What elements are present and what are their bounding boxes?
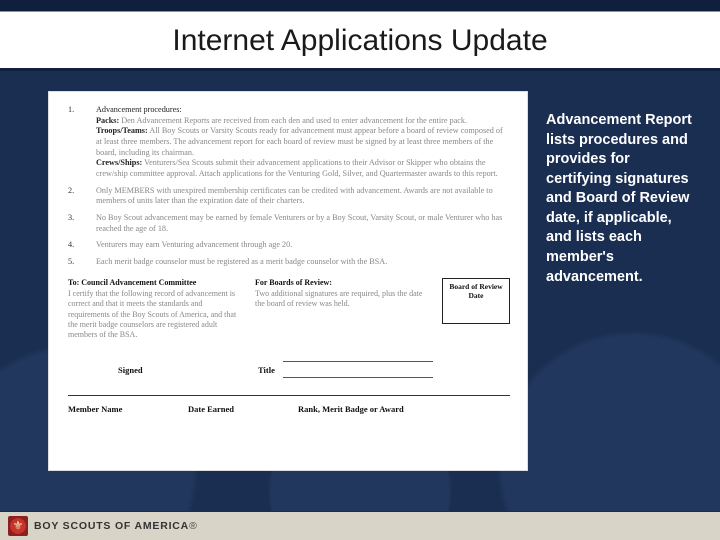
troops-text: All Boy Scouts or Varsity Scouts ready f… bbox=[96, 126, 503, 156]
title-label: Title bbox=[218, 365, 318, 375]
procedure-item: 5. Each merit badge counselor must be re… bbox=[68, 257, 510, 268]
procedure-item: 2. Only MEMBERS with unexpired membershi… bbox=[68, 186, 510, 207]
item-number: 2. bbox=[68, 186, 96, 207]
item-number: 4. bbox=[68, 240, 96, 251]
col-member-name: Member Name bbox=[68, 404, 188, 414]
item-text: No Boy Scout advancement may be earned b… bbox=[96, 213, 510, 234]
document-preview: 1. Advancement procedures: Packs: Den Ad… bbox=[48, 91, 528, 471]
item-heading: Advancement procedures: bbox=[96, 105, 510, 116]
content-area: 1. Advancement procedures: Packs: Den Ad… bbox=[0, 71, 720, 511]
procedure-item: 3. No Boy Scout advancement may be earne… bbox=[68, 213, 510, 234]
packs-label: Packs: bbox=[96, 116, 119, 125]
signature-labels: Signed Title bbox=[68, 365, 510, 375]
table-header: Member Name Date Earned Rank, Merit Badg… bbox=[68, 404, 510, 414]
signature-line bbox=[283, 361, 433, 362]
item-text: Only MEMBERS with unexpired membership c… bbox=[96, 186, 510, 207]
procedure-item: 1. Advancement procedures: Packs: Den Ad… bbox=[68, 105, 510, 180]
certification-row: To: Council Advancement Committee I cert… bbox=[68, 278, 510, 341]
item-number: 3. bbox=[68, 213, 96, 234]
item-text: Each merit badge counselor must be regis… bbox=[96, 257, 510, 268]
signature-line bbox=[283, 377, 433, 378]
sidebar-description: Advancement Report lists procedures and … bbox=[546, 91, 696, 511]
procedure-list: 1. Advancement procedures: Packs: Den Ad… bbox=[68, 105, 510, 268]
for-label: For Boards of Review: bbox=[255, 278, 432, 288]
signed-label: Signed bbox=[68, 365, 218, 375]
footer-bar: BOY SCOUTS OF AMERICA® bbox=[0, 512, 720, 540]
packs-text: Den Advancement Reports are received fro… bbox=[121, 116, 467, 125]
title-band: Internet Applications Update bbox=[0, 12, 720, 71]
item-number: 5. bbox=[68, 257, 96, 268]
board-of-review-date-box: Board of Review Date bbox=[442, 278, 510, 324]
troops-label: Troops/Teams: bbox=[96, 126, 148, 135]
col-date-earned: Date Earned bbox=[188, 404, 298, 414]
footer-brand: BOY SCOUTS OF AMERICA® bbox=[34, 520, 198, 532]
procedure-item: 4. Venturers may earn Venturing advancem… bbox=[68, 240, 510, 251]
for-text: Two additional signatures are required, … bbox=[255, 289, 422, 308]
boards-of-review-block: For Boards of Review: Two additional sig… bbox=[255, 278, 432, 310]
divider bbox=[68, 395, 510, 396]
item-number: 1. bbox=[68, 105, 96, 180]
accent-bar bbox=[0, 0, 720, 12]
to-committee-block: To: Council Advancement Committee I cert… bbox=[68, 278, 245, 341]
item-text: Venturers may earn Venturing advancement… bbox=[96, 240, 510, 251]
col-rank-award: Rank, Merit Badge or Award bbox=[298, 404, 510, 414]
to-label: To: Council Advancement Committee bbox=[68, 278, 245, 288]
footer-brand-text: BOY SCOUTS OF AMERICA bbox=[34, 520, 189, 532]
crews-label: Crews/Ships: bbox=[96, 158, 142, 167]
crews-text: Venturers/Sea Scouts submit their advanc… bbox=[96, 158, 498, 178]
to-text: I certify that the following record of a… bbox=[68, 289, 236, 340]
bsa-logo-icon bbox=[8, 516, 28, 536]
page-title: Internet Applications Update bbox=[0, 24, 720, 58]
